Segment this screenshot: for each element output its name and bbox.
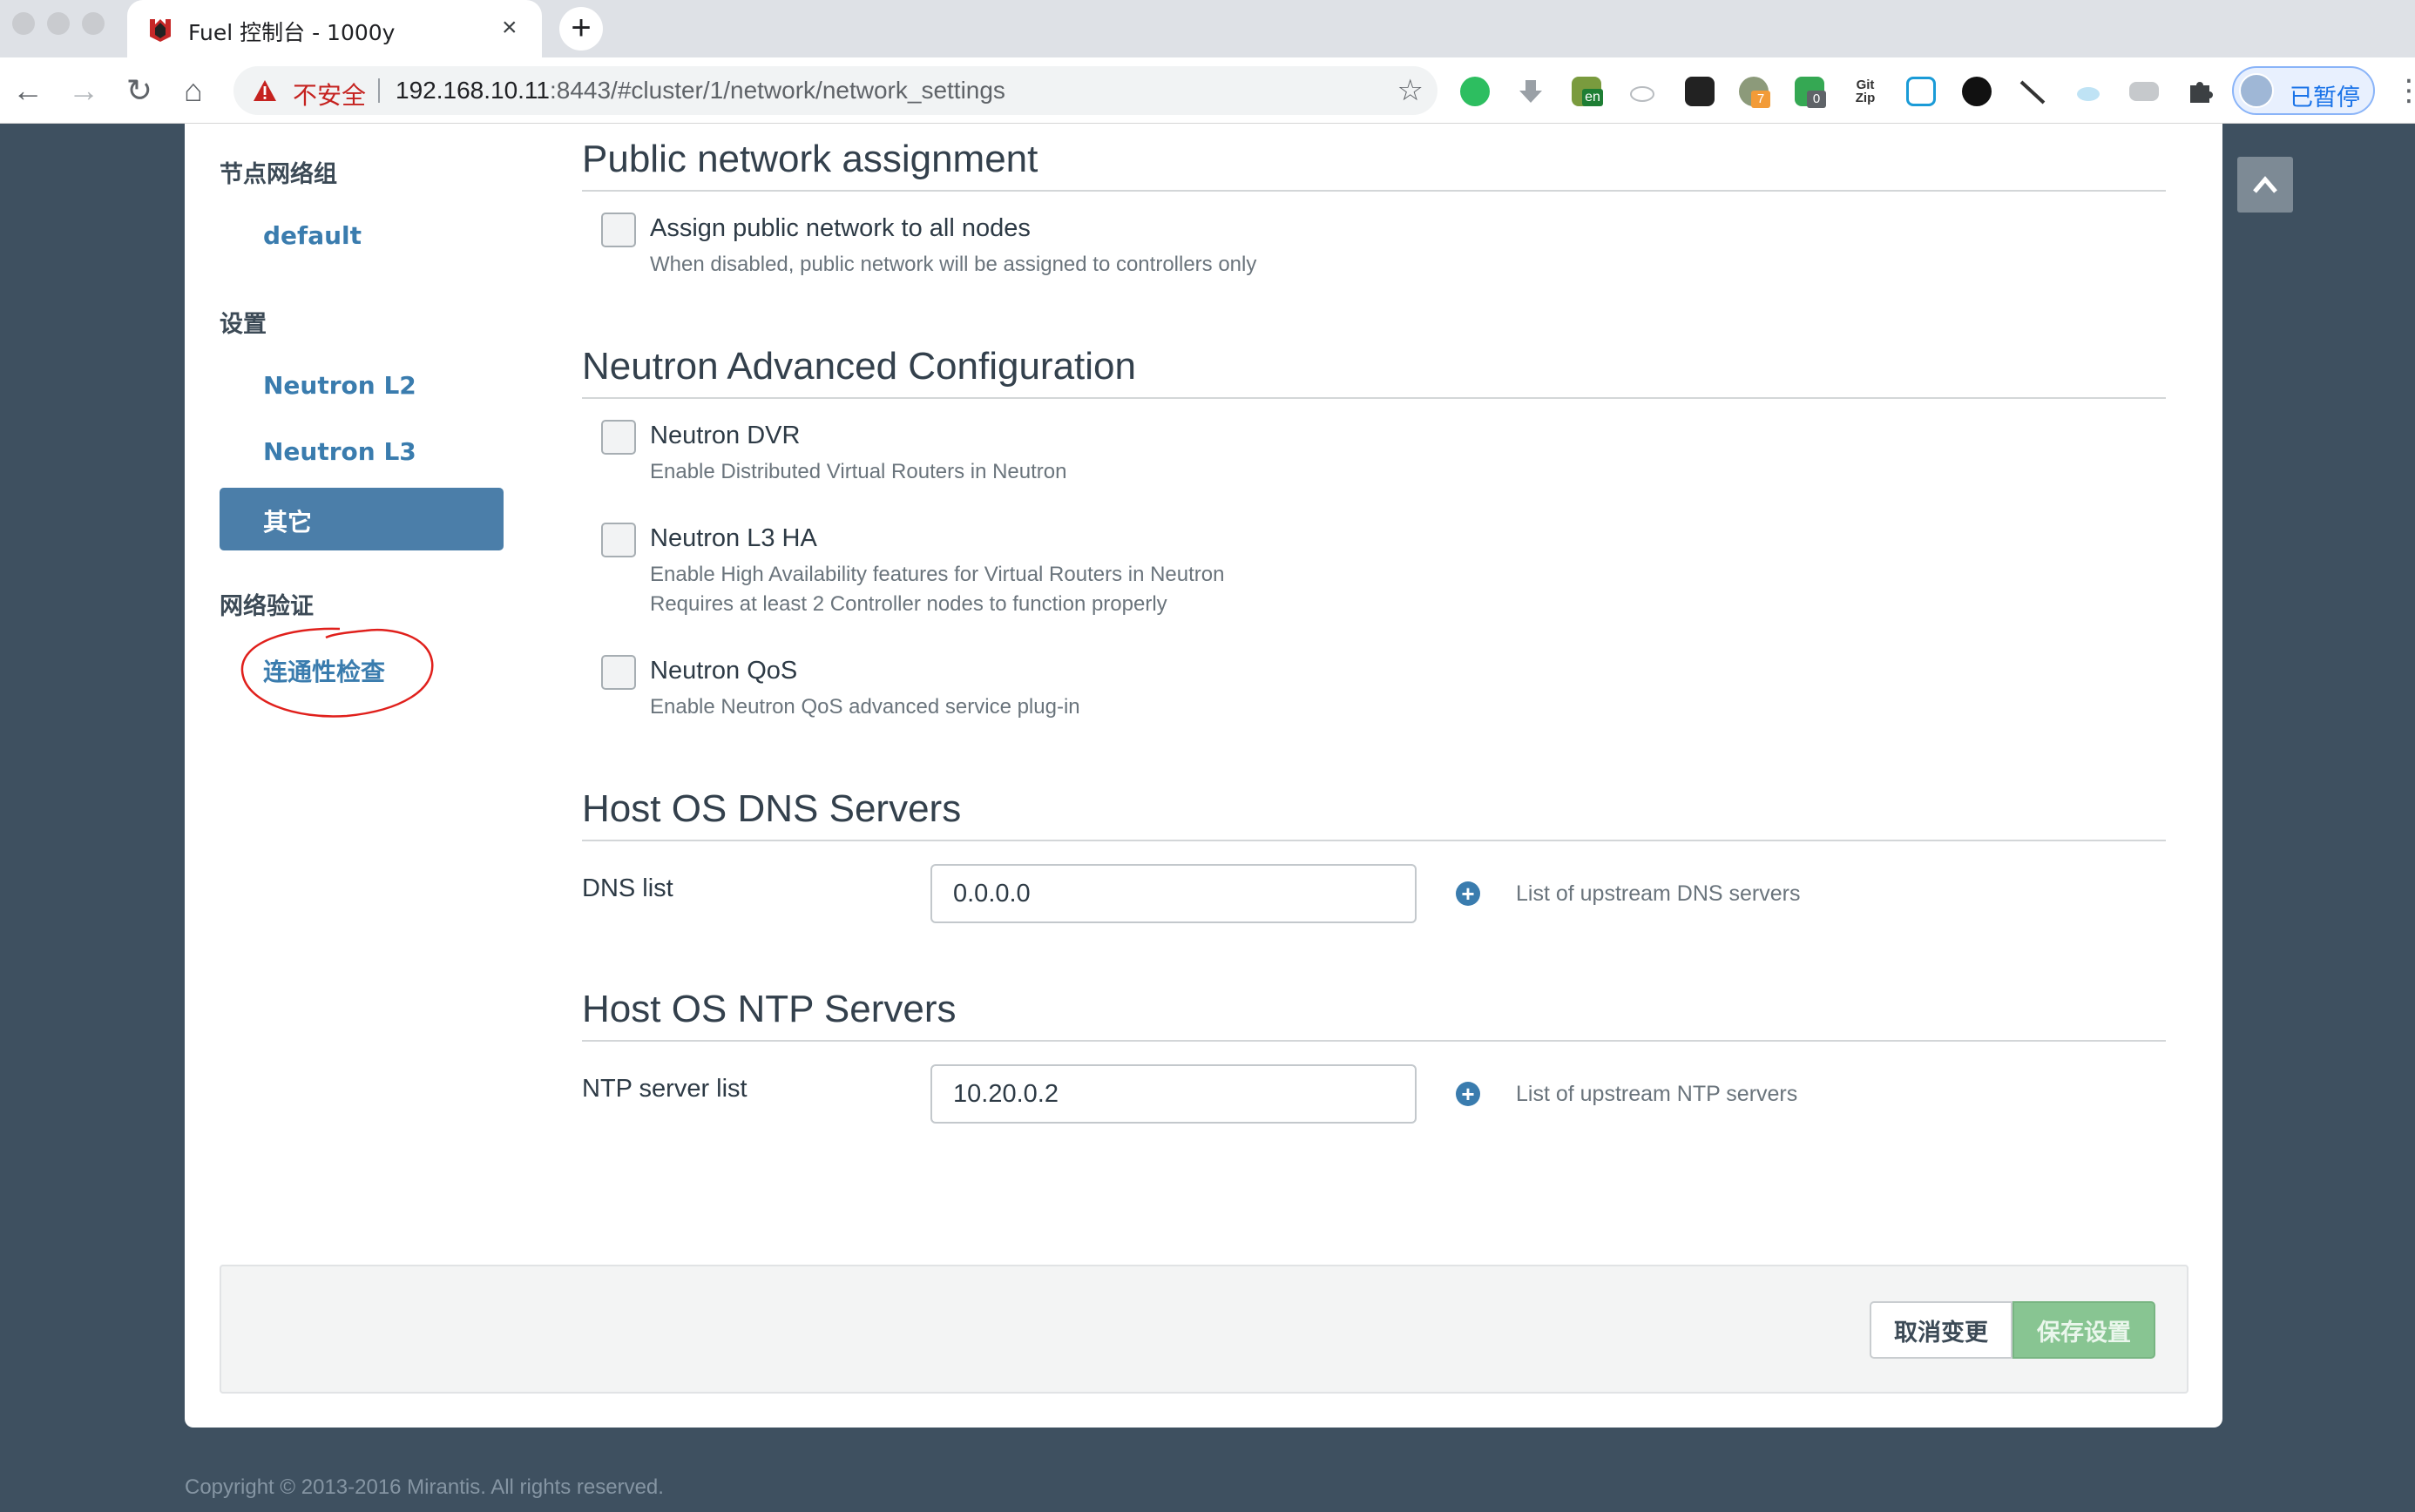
download-icon[interactable] [1516, 77, 1546, 106]
settings-heading: 设置 [220, 311, 267, 338]
sidebar-item-neutron-l2[interactable]: Neutron L2 [263, 371, 416, 400]
folder-icon[interactable] [2129, 82, 2159, 101]
ntp-servers-title: Host OS NTP Servers [582, 988, 2166, 1042]
reload-icon[interactable]: ↻ [122, 73, 157, 108]
network-settings-panel: 节点网络组 default 设置 Neutron L2 Neutron L3 其… [185, 124, 2222, 1428]
tab-close-icon[interactable]: × [502, 14, 518, 42]
counter-badge: 7 [1751, 91, 1770, 108]
neutron-l3-ha-checkbox[interactable] [601, 523, 636, 557]
fuel-favicon-icon [150, 19, 171, 42]
sidebar-item-neutron-l3[interactable]: Neutron L3 [263, 437, 416, 466]
bookmark-star-icon[interactable]: ☆ [1397, 75, 1424, 106]
url-divider [378, 78, 380, 103]
sidebar-item-label: 其它 [263, 508, 313, 537]
gitzip-icon[interactable]: Git Zip [1850, 77, 1880, 106]
url-host: 192.168.10.11 [396, 77, 550, 104]
ntp-list-input[interactable] [930, 1064, 1417, 1124]
dns-help-text: List of upstream DNS servers [1516, 881, 1801, 906]
public-network-title: Public network assignment [582, 138, 2166, 192]
avatar [2239, 73, 2274, 108]
action-bar: 取消变更 保存设置 [220, 1265, 2188, 1394]
browser-toolbar: ← → ↻ ⌂ 不安全 192.168.10.11:8443/#cluster/… [0, 57, 2415, 124]
evernote-icon[interactable] [1460, 77, 1490, 106]
neutron-advanced-title: Neutron Advanced Configuration [582, 345, 2166, 399]
scroll-to-top-button[interactable] [2237, 157, 2293, 213]
neutron-l3-ha-label[interactable]: Neutron L3 HA [650, 524, 817, 553]
cancel-changes-button[interactable]: 取消变更 [1870, 1301, 2012, 1359]
profile-paused-button[interactable]: 已暂停 [2232, 66, 2375, 115]
copyright-text: Copyright © 2013-2016 Mirantis. All righ… [185, 1475, 664, 1499]
verification-heading: 网络验证 [220, 593, 314, 620]
url-text[interactable]: 192.168.10.11:8443/#cluster/1/network/ne… [396, 77, 1005, 105]
new-tab-button[interactable]: + [559, 7, 603, 51]
extension-counter-icon[interactable]: 7 [1739, 77, 1770, 108]
neutron-qos-checkbox[interactable] [601, 655, 636, 690]
neutron-dvr-checkbox[interactable] [601, 420, 636, 455]
tool-icon[interactable] [2018, 77, 2047, 106]
assign-public-network-desc: When disabled, public network will be as… [650, 253, 1257, 276]
url-path: :8443/#cluster/1/network/network_setting… [549, 77, 1005, 104]
dns-list-label: DNS list [582, 874, 673, 902]
node-groups-heading: 节点网络组 [220, 161, 337, 188]
address-bar[interactable]: 不安全 192.168.10.11:8443/#cluster/1/networ… [233, 66, 1438, 115]
security-status-label[interactable]: 不安全 [293, 77, 366, 111]
add-dns-plus-icon[interactable]: + [1456, 881, 1480, 906]
adguard-icon[interactable]: 0 [1795, 77, 1826, 108]
window-minimize-button[interactable] [47, 12, 70, 35]
tab-title: Fuel 控制台 - 1000y [188, 20, 396, 45]
tampermonkey-icon[interactable] [1685, 77, 1715, 106]
sidebar-item-other[interactable]: 其它 [220, 488, 504, 550]
back-arrow-icon[interactable]: ← [10, 73, 45, 108]
sidebar-item-default[interactable]: default [263, 221, 362, 250]
dns-list-input[interactable] [930, 864, 1417, 923]
window-zoom-button[interactable] [82, 12, 105, 35]
cloud-sync-icon[interactable] [2073, 77, 2103, 106]
assign-public-network-checkbox[interactable] [601, 213, 636, 247]
neutron-dvr-label[interactable]: Neutron DVR [650, 422, 800, 450]
ntp-help-text: List of upstream NTP servers [1516, 1082, 1798, 1106]
browser-tab[interactable]: Fuel 控制台 - 1000y × [127, 0, 542, 57]
browser-tab-strip: Fuel 控制台 - 1000y × + [0, 0, 2415, 57]
warning-triangle-icon [254, 80, 276, 101]
chevron-up-icon [2253, 176, 2277, 193]
profile-status-label: 已暂停 [2290, 84, 2360, 111]
adguard-badge: 0 [1807, 91, 1826, 108]
dns-servers-title: Host OS DNS Servers [582, 787, 2166, 841]
translate-badge: en [1582, 89, 1603, 106]
neutron-l3-ha-requirement: Requires at least 2 Controller nodes to … [650, 592, 1167, 616]
home-icon[interactable]: ⌂ [176, 73, 211, 108]
browser-menu-icon[interactable]: ⋮ [2394, 75, 2415, 106]
annotation-circle [240, 627, 434, 718]
cloud-icon[interactable] [1627, 77, 1657, 106]
media-icon[interactable] [1962, 77, 1992, 106]
save-settings-button[interactable]: 保存设置 [2012, 1301, 2155, 1359]
add-ntp-plus-icon[interactable]: + [1456, 1082, 1480, 1106]
ntp-list-label: NTP server list [582, 1075, 748, 1103]
neutron-dvr-desc: Enable Distributed Virtual Routers in Ne… [650, 460, 1067, 483]
translate-icon[interactable]: en [1572, 77, 1603, 106]
window-close-button[interactable] [12, 12, 35, 35]
screenshot-icon[interactable] [1906, 77, 1936, 106]
neutron-qos-label[interactable]: Neutron QoS [650, 657, 797, 685]
neutron-qos-desc: Enable Neutron QoS advanced service plug… [650, 695, 1080, 719]
neutron-l3-ha-desc: Enable High Availability features for Vi… [650, 563, 1225, 586]
puzzle-icon[interactable] [2185, 77, 2215, 106]
forward-arrow-icon[interactable]: → [66, 73, 101, 108]
assign-public-network-label[interactable]: Assign public network to all nodes [650, 214, 1031, 243]
